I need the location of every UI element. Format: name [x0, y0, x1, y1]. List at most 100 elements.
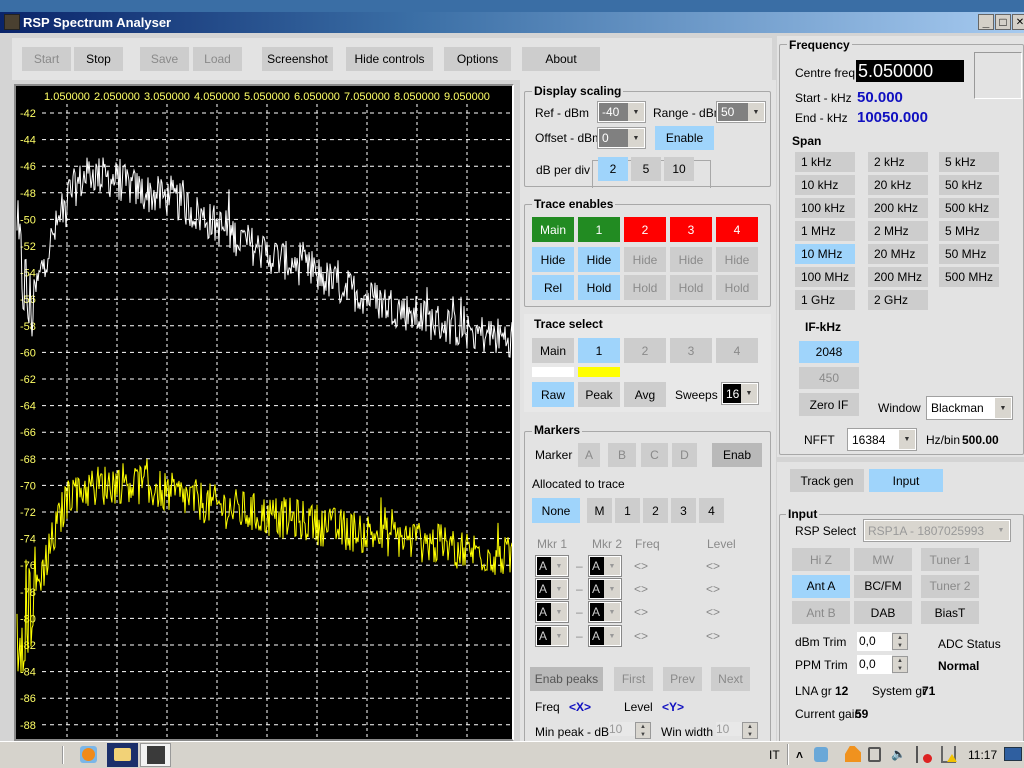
raw-button[interactable]: Raw — [532, 382, 574, 407]
span-2-ghz[interactable]: 2 GHz — [868, 290, 928, 310]
trace-hide-0[interactable]: Hide — [532, 247, 574, 272]
marker-row-1-mkr1-select[interactable]: A ▼ — [535, 578, 569, 600]
zero-if-button[interactable]: Zero IF — [799, 393, 859, 416]
rsp-select[interactable]: RSP1A - 1807025993 ▼ — [863, 519, 1011, 542]
if-2048-button[interactable]: 2048 — [799, 341, 859, 363]
marker-row-0-mkr2-select[interactable]: A ▼ — [588, 555, 622, 577]
trace-mode-4[interactable]: Hold — [716, 275, 758, 300]
action-center-icon[interactable] — [916, 746, 932, 763]
span-500-khz[interactable]: 500 kHz — [939, 198, 999, 218]
media-player-icon[interactable] — [80, 746, 97, 763]
span-20-mhz[interactable]: 20 MHz — [868, 244, 928, 264]
dbm-trim-input[interactable]: 0,0 — [857, 632, 892, 651]
min-peak-spinner[interactable]: ▲ ▼ — [635, 722, 651, 739]
centre-freq-input[interactable]: 5.050000 — [856, 60, 964, 82]
marker-row-3-mkr1-select[interactable]: A ▼ — [535, 625, 569, 647]
minimize-button[interactable]: _ — [978, 14, 994, 30]
trace-select-1[interactable]: 1 — [578, 338, 620, 363]
marker-a[interactable]: A — [578, 443, 600, 467]
trace-hide-2[interactable]: Hide — [624, 247, 666, 272]
peak-button[interactable]: Peak — [578, 382, 620, 407]
start-button[interactable]: Start — [22, 47, 71, 71]
span-20-khz[interactable]: 20 kHz — [868, 175, 928, 195]
span-5-mhz[interactable]: 5 MHz — [939, 221, 999, 241]
prev-button[interactable]: Prev — [663, 667, 702, 691]
about-button[interactable]: About — [522, 47, 600, 71]
first-button[interactable]: First — [614, 667, 653, 691]
tab-track-gen[interactable]: Track gen — [790, 469, 864, 492]
trace-select-3[interactable]: 3 — [670, 338, 712, 363]
span-1-ghz[interactable]: 1 GHz — [795, 290, 855, 310]
trace-hide-4[interactable]: Hide — [716, 247, 758, 272]
trace-mode-3[interactable]: Hold — [670, 275, 712, 300]
input-dab-button[interactable]: DAB — [854, 601, 912, 624]
db-per-div-5[interactable]: 5 — [631, 157, 661, 181]
input-mw-button[interactable]: MW — [854, 548, 912, 571]
range-select[interactable]: 50 ▼ — [716, 101, 766, 123]
input-tuner-2-button[interactable]: Tuner 2 — [921, 574, 979, 598]
marker-enab-button[interactable]: Enab — [712, 443, 762, 467]
sweeps-select[interactable]: 16 ▼ — [721, 382, 759, 405]
enable-button[interactable]: Enable — [655, 126, 714, 150]
network-icon[interactable] — [941, 746, 957, 763]
allocated-trace-5[interactable]: 4 — [699, 498, 724, 523]
ref-select[interactable]: -40 ▼ — [597, 101, 646, 123]
maximize-button[interactable]: □ — [995, 14, 1011, 30]
span-10-khz[interactable]: 10 kHz — [795, 175, 855, 195]
input-ant-b-button[interactable]: Ant B — [792, 601, 850, 624]
trace-enable-0[interactable]: Main — [532, 217, 574, 242]
span-200-khz[interactable]: 200 kHz — [868, 198, 928, 218]
screenshot-button[interactable]: Screenshot — [262, 47, 333, 71]
trace-hide-1[interactable]: Hide — [578, 247, 620, 272]
marker-row-3-mkr2-select[interactable]: A ▼ — [588, 625, 622, 647]
spectrum-plot[interactable]: -42 -44 -46 -48 -50 -52 -54 -56 -58 -60 -62 -64 -66-… — [14, 84, 514, 741]
trace-select-0[interactable]: Main — [532, 338, 574, 363]
load-button[interactable]: Load — [193, 47, 242, 71]
dbm-trim-spinner[interactable]: ▲ ▼ — [892, 633, 908, 650]
trace-enable-3[interactable]: 3 — [670, 217, 712, 242]
allocated-trace-3[interactable]: 2 — [643, 498, 668, 523]
marker-row-2-mkr2-select[interactable]: A ▼ — [588, 601, 622, 623]
power-icon[interactable] — [868, 747, 881, 762]
marker-row-0-mkr1-select[interactable]: A ▼ — [535, 555, 569, 577]
win-width-spinner[interactable]: ▲ ▼ — [742, 722, 758, 739]
stop-button[interactable]: Stop — [74, 47, 123, 71]
span-100-mhz[interactable]: 100 MHz — [795, 267, 855, 287]
input-ant-a-button[interactable]: Ant A — [792, 574, 850, 598]
input-biast-button[interactable]: BiasT — [921, 601, 979, 624]
span-50-mhz[interactable]: 50 MHz — [939, 244, 999, 264]
nfft-select[interactable]: 16384 ▼ — [847, 428, 917, 451]
win-width-value[interactable]: 10 — [716, 722, 742, 736]
marker-row-2-mkr1-select[interactable]: A ▼ — [535, 601, 569, 623]
span-1-mhz[interactable]: 1 MHz — [795, 221, 855, 241]
allocated-trace-0[interactable]: None — [532, 498, 580, 523]
tab-input[interactable]: Input — [869, 469, 943, 492]
volume-icon[interactable]: 🔈 — [891, 747, 906, 761]
allocated-trace-2[interactable]: 1 — [615, 498, 640, 523]
language-indicator[interactable]: IT — [769, 748, 780, 762]
db-per-div-2[interactable]: 2 — [598, 157, 628, 181]
span-200-mhz[interactable]: 200 MHz — [868, 267, 928, 287]
span-1-khz[interactable]: 1 kHz — [795, 152, 855, 172]
marker-b[interactable]: B — [608, 443, 636, 467]
file-explorer-icon[interactable] — [107, 743, 138, 767]
trace-enable-2[interactable]: 2 — [624, 217, 666, 242]
window-select[interactable]: Blackman ▼ — [926, 396, 1013, 420]
span-5-khz[interactable]: 5 kHz — [939, 152, 999, 172]
trace-mode-0[interactable]: Rel — [532, 275, 574, 300]
span-10-mhz[interactable]: 10 MHz — [795, 244, 855, 264]
marker-d[interactable]: D — [672, 443, 697, 467]
options-button[interactable]: Options — [444, 47, 511, 71]
span-500-mhz[interactable]: 500 MHz — [939, 267, 999, 287]
allocated-trace-4[interactable]: 3 — [671, 498, 696, 523]
trace-mode-1[interactable]: Hold — [578, 275, 620, 300]
trace-select-2[interactable]: 2 — [624, 338, 666, 363]
marker-c[interactable]: C — [641, 443, 668, 467]
offset-select[interactable]: 0 ▼ — [597, 127, 646, 149]
save-button[interactable]: Save — [140, 47, 189, 71]
avg-button[interactable]: Avg — [624, 382, 666, 407]
span-2-mhz[interactable]: 2 MHz — [868, 221, 928, 241]
trace-enable-1[interactable]: 1 — [578, 217, 620, 242]
input-bc-fm-button[interactable]: BC/FM — [854, 574, 912, 598]
span-100-khz[interactable]: 100 kHz — [795, 198, 855, 218]
